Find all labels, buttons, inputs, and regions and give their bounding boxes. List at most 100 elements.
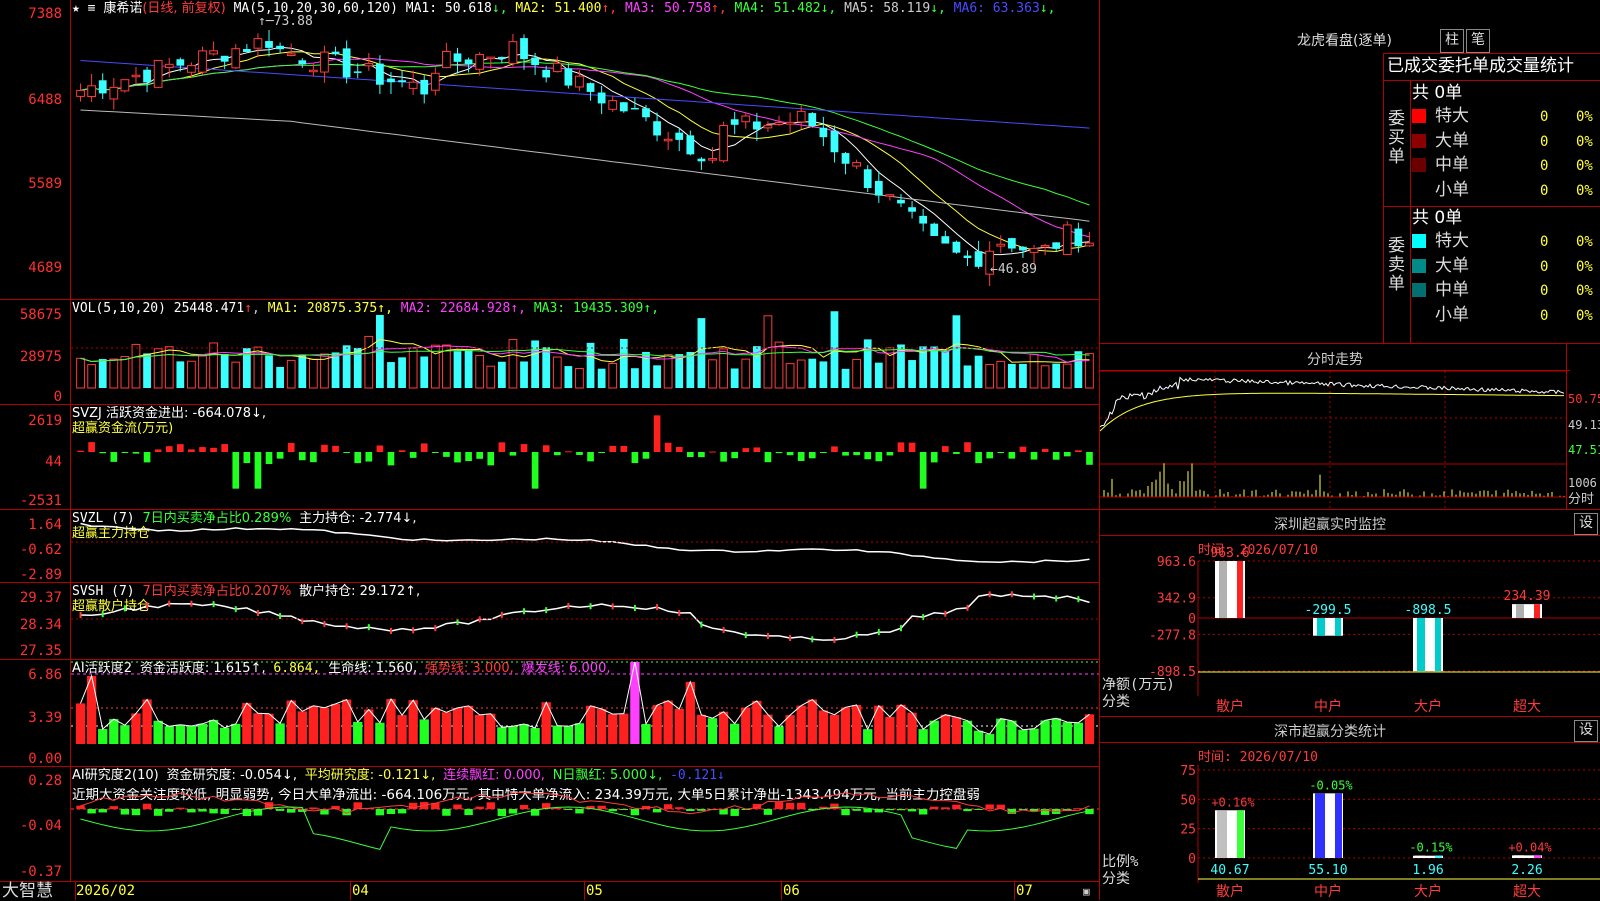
activity-bar bbox=[1073, 722, 1084, 744]
activity-bar bbox=[674, 708, 684, 744]
candle bbox=[897, 199, 905, 204]
activity-bar bbox=[619, 713, 629, 744]
research-bar bbox=[165, 809, 174, 812]
ai-research-chart[interactable] bbox=[71, 767, 1099, 881]
stat2-cat-0: 散户 bbox=[1216, 883, 1244, 900]
price-header: ★ ≡ 康希诺(日线, 前复权) MA(5,10,20,30,60,120) M… bbox=[72, 1, 1055, 16]
activity-bar bbox=[275, 723, 285, 744]
svsh-chart[interactable] bbox=[71, 583, 1099, 659]
sell-row-pct-0: 0% bbox=[1576, 234, 1593, 250]
vol-bar bbox=[131, 343, 141, 389]
flow-bar bbox=[709, 451, 716, 453]
buy-row-pct-3: 0% bbox=[1576, 182, 1593, 199]
collapse-icon[interactable]: ≡ bbox=[80, 1, 103, 16]
main-chart-area[interactable]: ★ ≡ 康希诺(日线, 前复权) MA(5,10,20,30,60,120) M… bbox=[0, 0, 1100, 900]
ai1-tick-2: 0.00 bbox=[28, 751, 62, 767]
stat2-y-tick-3: 0 bbox=[1188, 852, 1196, 867]
candle bbox=[1029, 247, 1039, 253]
intraday-chart[interactable] bbox=[1100, 371, 1566, 509]
candle bbox=[796, 110, 806, 123]
monitor-cat-2: 大户 bbox=[1414, 698, 1442, 715]
flow-bar bbox=[465, 452, 472, 462]
vol-bar bbox=[187, 360, 196, 389]
x-label-4: 07 bbox=[1016, 883, 1033, 899]
vol-bar bbox=[143, 353, 151, 388]
svzl-tick-2: -2.89 bbox=[19, 567, 62, 583]
flow-bar bbox=[753, 447, 761, 452]
buy-row-pct-0: 0% bbox=[1576, 109, 1593, 125]
stat2-chart[interactable]: 时间: 2026/07/1075 50 25 0 +0.16% 40.67 散户 -0.05%… bbox=[1100, 743, 1600, 900]
tick-view-button[interactable]: 笔 bbox=[1466, 29, 1490, 53]
fenshi-y0: 50.75 bbox=[1568, 392, 1600, 406]
candle bbox=[885, 194, 895, 197]
flow-bar bbox=[110, 452, 118, 462]
flow-bar bbox=[698, 452, 705, 458]
flow-bar bbox=[1030, 452, 1038, 460]
candle bbox=[87, 85, 97, 98]
flow-bar bbox=[432, 452, 439, 453]
stat2-settings-button[interactable]: 设 bbox=[1574, 720, 1598, 742]
svzl-chart[interactable] bbox=[71, 510, 1099, 582]
vol-bar bbox=[996, 360, 1006, 389]
sell-row-name-2: 中单 bbox=[1435, 280, 1469, 300]
flow-bar bbox=[509, 452, 517, 456]
vol-bar bbox=[76, 357, 85, 389]
candlestick-chart[interactable] bbox=[71, 16, 1099, 298]
divider-xaxis bbox=[0, 881, 1100, 882]
vol-bar bbox=[930, 346, 939, 388]
research-bar bbox=[697, 809, 706, 811]
x-label-0: 2026/02 bbox=[76, 883, 136, 899]
right-panel: 龙虎看盘(逐单) 柱 笔 已成交委托单成交量统计 委买单 委卖单 共 0单 特大… bbox=[1100, 0, 1600, 900]
research-bar bbox=[918, 809, 928, 815]
activity-bar bbox=[430, 707, 440, 744]
candle bbox=[686, 135, 695, 155]
ai-activity-chart[interactable] bbox=[71, 660, 1099, 766]
flow-bar bbox=[653, 415, 661, 452]
vol-bar bbox=[1052, 363, 1061, 388]
monitor-settings-button[interactable]: 设 bbox=[1574, 513, 1598, 535]
stock-mode: (日线, 前复权) bbox=[142, 1, 226, 16]
activity-bar bbox=[530, 728, 540, 744]
monitor-chart[interactable]: 时间: 2026/07/10963.6342.90-277.8-898.5963… bbox=[1100, 536, 1600, 716]
research-bar bbox=[120, 809, 130, 815]
candle bbox=[697, 158, 706, 162]
lock-icon[interactable]: ▣ bbox=[1083, 885, 1090, 898]
buy-row-pct-1: 0% bbox=[1576, 133, 1593, 150]
monitor-y-tick-0: 963.6 bbox=[1157, 555, 1196, 570]
research-bar bbox=[209, 809, 218, 814]
vol-bar bbox=[808, 358, 817, 388]
stat2-y-tick-1: 50 bbox=[1180, 793, 1196, 808]
research-bar bbox=[453, 804, 462, 809]
flow-bar bbox=[942, 446, 949, 452]
star-icon[interactable]: ★ bbox=[72, 1, 80, 16]
price-tick-2: 5589 bbox=[28, 176, 62, 192]
activity-bar bbox=[796, 705, 806, 744]
x-tick-0 bbox=[75, 882, 76, 900]
stat-divider bbox=[1383, 80, 1600, 81]
flow-bar bbox=[542, 445, 550, 452]
candle bbox=[863, 169, 872, 189]
research-bar bbox=[907, 809, 917, 812]
vol-bar bbox=[796, 359, 806, 389]
volume-chart[interactable] bbox=[71, 300, 1099, 404]
vol-bar bbox=[819, 361, 828, 388]
buy-row-value-3: 0 bbox=[1540, 182, 1549, 199]
candle bbox=[1040, 244, 1050, 248]
low-mark: ←46.89 bbox=[990, 262, 1037, 277]
research-bar bbox=[619, 809, 629, 810]
buy-row-name-1: 大单 bbox=[1435, 130, 1469, 151]
fenshi-y2: 47.51 bbox=[1568, 443, 1600, 457]
activity-bar bbox=[419, 719, 429, 744]
bar-view-button[interactable]: 柱 bbox=[1440, 29, 1464, 53]
stat2-xlabel: 分类 bbox=[1102, 871, 1130, 887]
activity-bar bbox=[1062, 722, 1072, 744]
sell-row-swatch-1 bbox=[1412, 258, 1426, 273]
sell-row-swatch-2 bbox=[1412, 283, 1426, 297]
vol-bar bbox=[952, 315, 961, 388]
activity-bar bbox=[818, 710, 829, 744]
flow-bar bbox=[210, 447, 217, 452]
svzj-chart[interactable] bbox=[71, 405, 1099, 509]
longhu-title: 龙虎看盘(逐单) bbox=[1297, 33, 1392, 49]
activity-bar bbox=[807, 699, 817, 744]
stat2-y-tick-2: 25 bbox=[1180, 823, 1196, 838]
